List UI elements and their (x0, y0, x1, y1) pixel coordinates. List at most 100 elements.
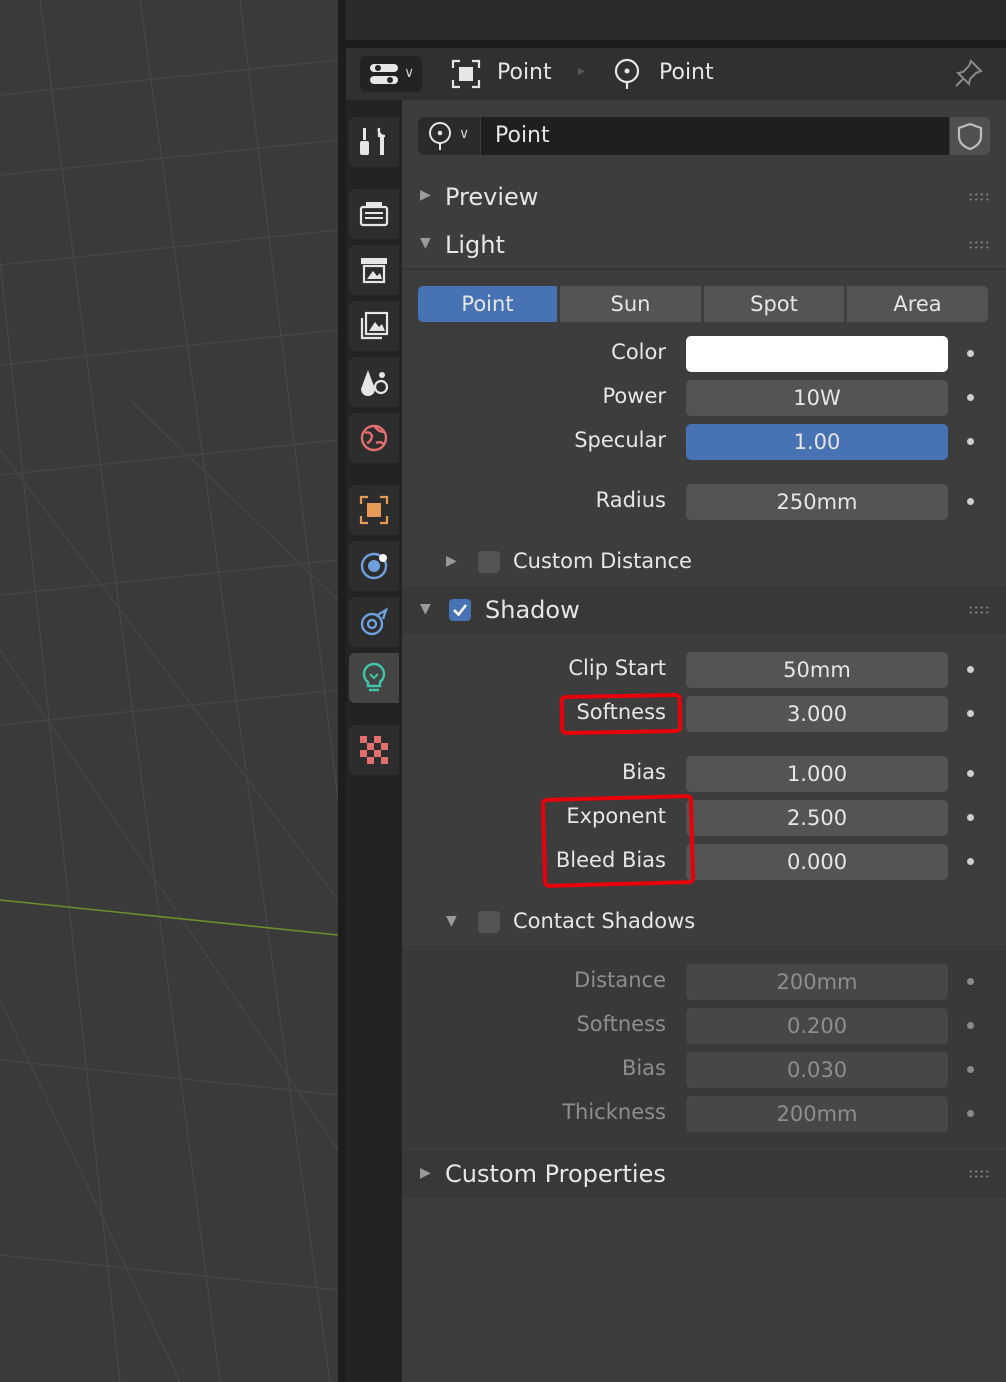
light-type-point[interactable]: Point (418, 286, 557, 322)
preview-section-header[interactable]: ▶ Preview (402, 174, 1006, 220)
clip-start-label: Clip Start (568, 656, 666, 680)
shadow-title: Shadow (485, 596, 580, 624)
keyframe-dot[interactable] (967, 394, 974, 401)
collapsed-arrow-icon[interactable]: ▶ (446, 553, 457, 569)
expanded-arrow-icon: ▼ (420, 601, 431, 617)
keyframe-dot[interactable] (967, 770, 974, 777)
fake-user-button[interactable] (950, 117, 990, 155)
checkmark-icon (453, 604, 468, 617)
color-swatch[interactable] (686, 336, 948, 372)
tab-texture[interactable] (349, 725, 399, 775)
keyframe-dot[interactable] (967, 814, 974, 821)
contact-distance-label: Distance (574, 968, 666, 992)
tab-world[interactable] (349, 413, 399, 463)
keyframe-dot[interactable] (967, 710, 974, 717)
annotation-highlight-softness (559, 692, 683, 736)
view-layer-icon (360, 311, 389, 340)
datablock-selector: ∨ Point (418, 117, 990, 155)
properties-editor-icon (370, 64, 398, 84)
tab-output[interactable] (349, 245, 399, 295)
light-data-name-field[interactable]: Point (481, 117, 949, 155)
specular-field[interactable]: 1.00 (686, 424, 948, 460)
light-type-selector: Point Sun Spot Area (418, 286, 988, 322)
bleed-bias-field[interactable]: 0.000 (686, 844, 948, 880)
contact-shadows-checkbox[interactable] (478, 911, 500, 933)
bias-label: Bias (621, 760, 666, 784)
contact-bias-label: Bias (621, 1056, 666, 1080)
light-type-area[interactable]: Area (847, 286, 988, 322)
radius-field[interactable]: 250mm (686, 484, 948, 520)
custom-properties-title: Custom Properties (445, 1160, 666, 1188)
power-field[interactable]: 10W (686, 380, 948, 416)
exponent-field[interactable]: 2.500 (686, 800, 948, 836)
keyframe-dot[interactable] (967, 1110, 974, 1117)
browse-light-data-button[interactable]: ∨ (418, 117, 480, 155)
tab-view-layer[interactable] (349, 301, 399, 351)
contact-shadows-header[interactable]: ▼ Contact Shadows (402, 900, 1006, 946)
tab-scene[interactable] (349, 357, 399, 407)
output-icon (361, 258, 387, 284)
keyframe-dot[interactable] (967, 350, 974, 357)
scene-icon (361, 370, 389, 396)
clip-start-field[interactable]: 50mm (686, 652, 948, 688)
texture-icon (360, 736, 388, 764)
contact-distance-field[interactable]: 200mm (686, 964, 948, 1000)
top-area (346, 0, 1006, 40)
keyframe-dot[interactable] (967, 1066, 974, 1073)
3d-viewport[interactable] (0, 0, 338, 1382)
custom-distance-checkbox[interactable] (478, 551, 500, 573)
contact-thickness-label: Thickness (562, 1100, 666, 1124)
keyframe-dot[interactable] (967, 498, 974, 505)
light-properties-panel: ∨ Point ▶ Preview ▼ Light Point Sun Spot… (402, 100, 1006, 1382)
editor-type-button[interactable]: ∨ (360, 56, 422, 92)
tab-render[interactable] (349, 189, 399, 239)
custom-properties-section-header[interactable]: ▶ Custom Properties (402, 1150, 1006, 1198)
pin-icon[interactable] (954, 58, 984, 88)
light-data-icon (362, 662, 386, 692)
bias-field[interactable]: 1.000 (686, 756, 948, 792)
chevron-down-icon: ∨ (404, 65, 415, 81)
keyframe-dot[interactable] (967, 1022, 974, 1029)
shadow-section-header[interactable]: ▼ Shadow (402, 586, 1006, 634)
drag-handle-icon[interactable] (968, 1169, 990, 1179)
properties-header: ∨ Point ▸ Point (346, 48, 1006, 100)
area-divider[interactable] (338, 0, 346, 1382)
keyframe-dot[interactable] (967, 978, 974, 985)
keyframe-dot[interactable] (967, 666, 974, 673)
tab-tool[interactable] (349, 117, 399, 167)
collapsed-arrow-icon: ▶ (420, 1165, 431, 1181)
world-icon (360, 424, 388, 452)
contact-thickness-field[interactable]: 200mm (686, 1096, 948, 1132)
softness-field[interactable]: 3.000 (686, 696, 948, 732)
custom-distance-label: Custom Distance (513, 549, 692, 573)
tab-object[interactable] (349, 485, 399, 535)
tab-constraints[interactable] (349, 597, 399, 647)
tab-light-data[interactable] (349, 653, 399, 703)
divider (402, 268, 1006, 270)
drag-handle-icon[interactable] (968, 240, 990, 250)
object-icon (451, 59, 481, 89)
contact-softness-label: Softness (576, 1012, 666, 1036)
shadow-checkbox[interactable] (449, 599, 471, 621)
light-icon (429, 122, 451, 150)
tab-physics[interactable] (349, 541, 399, 591)
light-section-header[interactable]: ▼ Light (402, 222, 1006, 268)
radius-label: Radius (595, 488, 666, 512)
collapsed-arrow-icon: ▶ (420, 187, 431, 203)
object-properties-icon (359, 495, 389, 525)
light-icon (614, 58, 640, 89)
breadcrumb-light-data: Point (659, 60, 714, 85)
light-type-sun[interactable]: Sun (560, 286, 701, 322)
color-label: Color (611, 340, 666, 364)
viewport-grid (0, 0, 338, 1382)
contact-bias-field[interactable]: 0.030 (686, 1052, 948, 1088)
shield-icon (957, 122, 983, 150)
light-type-spot[interactable]: Spot (704, 286, 844, 322)
drag-handle-icon[interactable] (968, 605, 990, 615)
keyframe-dot[interactable] (967, 858, 974, 865)
keyframe-dot[interactable] (967, 438, 974, 445)
expanded-arrow-icon: ▼ (446, 913, 457, 929)
drag-handle-icon[interactable] (968, 192, 990, 202)
contact-softness-field[interactable]: 0.200 (686, 1008, 948, 1044)
constraints-icon (360, 607, 389, 636)
